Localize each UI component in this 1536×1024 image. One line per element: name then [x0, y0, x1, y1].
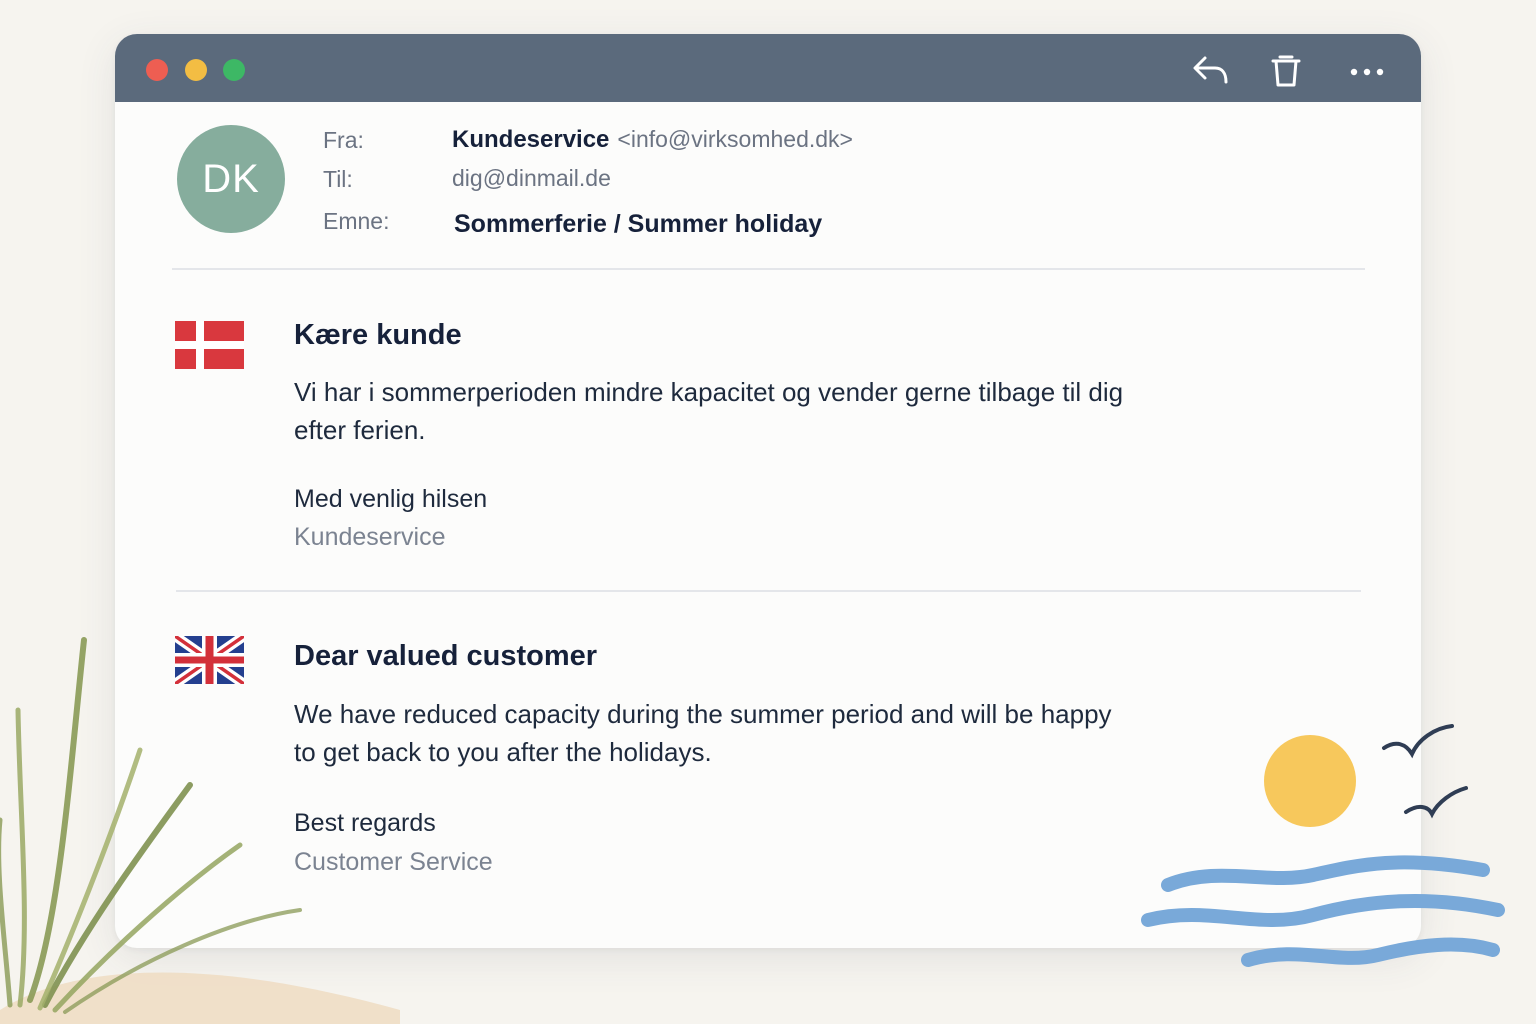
- section-divider: [176, 590, 1361, 592]
- more-horizontal-icon: [1350, 68, 1384, 76]
- subject-value: Sommerferie / Summer holiday: [454, 210, 823, 238]
- to-label: Til:: [323, 166, 353, 192]
- denmark-flag-icon: [175, 321, 244, 369]
- maximize-window-button[interactable]: [223, 59, 245, 81]
- grass-illustration: [0, 620, 420, 1024]
- minimize-window-button[interactable]: [185, 59, 207, 81]
- danish-closing: Med venlig hilsen: [294, 485, 488, 513]
- sender-avatar: DK: [177, 125, 285, 233]
- reply-arrow-icon: [1193, 56, 1228, 84]
- from-value: Kundeservice <info@virksomhed.dk>: [452, 126, 853, 154]
- reply-button[interactable]: [1191, 52, 1231, 88]
- waves-illustration: [1138, 850, 1508, 990]
- close-window-button[interactable]: [146, 59, 168, 81]
- danish-signature: Kundeservice: [294, 523, 446, 551]
- sun-illustration: [1262, 733, 1358, 829]
- danish-paragraph: Vi har i sommerperioden mindre kapacitet…: [294, 377, 1124, 445]
- sender-name: Kundeservice: [452, 126, 610, 153]
- trash-icon: [1271, 55, 1301, 87]
- title-bar: [115, 34, 1421, 102]
- sender-email[interactable]: <info@virksomhed.dk>: [617, 126, 853, 152]
- header-divider: [172, 268, 1365, 270]
- more-button[interactable]: [1347, 52, 1387, 88]
- recipient-email[interactable]: dig@dinmail.de: [452, 165, 611, 192]
- birds-illustration: [1378, 718, 1478, 828]
- delete-button[interactable]: [1266, 52, 1306, 88]
- from-label: Fra:: [323, 127, 364, 153]
- danish-greeting: Kære kunde: [294, 319, 462, 351]
- subject-label: Emne:: [323, 208, 390, 234]
